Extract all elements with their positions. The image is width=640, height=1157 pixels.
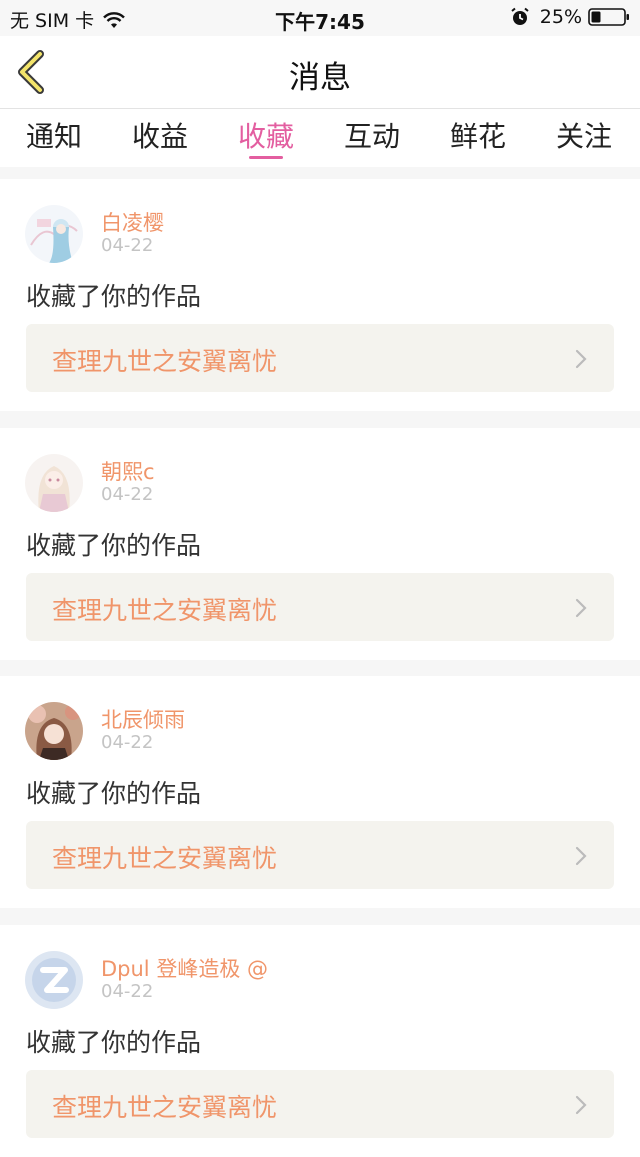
work-title: 查理九世之安翼离忧	[52, 1093, 278, 1122]
tab-flowers[interactable]: 鲜花	[438, 115, 518, 155]
list-item: 白凌樱 04-22 收藏了你的作品 查理九世之安翼离忧	[0, 179, 640, 411]
date-text: 04-22	[101, 484, 154, 505]
date-text: 04-22	[101, 732, 154, 753]
tab-notifications[interactable]: 通知	[14, 115, 94, 155]
active-tab-indicator	[249, 156, 283, 159]
avatar[interactable]	[25, 702, 83, 760]
tab-follows[interactable]: 关注	[544, 115, 624, 155]
date-text: 04-22	[101, 981, 154, 1002]
date-text: 04-22	[101, 235, 154, 256]
work-title: 查理九世之安翼离忧	[52, 347, 278, 376]
work-link[interactable]: 查理九世之安翼离忧	[26, 1070, 614, 1138]
work-link[interactable]: 查理九世之安翼离忧	[26, 324, 614, 392]
chevron-right-icon	[575, 349, 587, 369]
battery-icon	[588, 8, 629, 26]
action-text: 收藏了你的作品	[26, 779, 202, 808]
list-item: 朝熙c 04-22 收藏了你的作品 查理九世之安翼离忧	[0, 428, 640, 660]
list-item: 北辰倾雨 04-22 收藏了你的作品 查理九世之安翼离忧	[0, 676, 640, 908]
user-name[interactable]: Dpul 登峰造极 @	[101, 953, 268, 983]
action-text: 收藏了你的作品	[26, 1028, 202, 1057]
list-item: Dpul 登峰造极 @ 04-22 收藏了你的作品 查理九世之安翼离忧	[0, 925, 640, 1157]
tab-interactions[interactable]: 互动	[332, 115, 412, 155]
nav-bar: 消息	[0, 36, 640, 109]
user-name[interactable]: 朝熙c	[101, 456, 155, 486]
user-name[interactable]: 白凌樱	[101, 207, 164, 237]
user-name[interactable]: 北辰倾雨	[101, 704, 185, 734]
action-text: 收藏了你的作品	[26, 282, 202, 311]
tab-favorites[interactable]: 收藏	[226, 115, 306, 155]
work-title: 查理九世之安翼离忧	[52, 844, 278, 873]
work-title: 查理九世之安翼离忧	[52, 596, 278, 625]
work-link[interactable]: 查理九世之安翼离忧	[26, 821, 614, 889]
status-bar: 无 SIM 卡 下午7:45 25%	[0, 0, 640, 36]
action-text: 收藏了你的作品	[26, 531, 202, 560]
chevron-right-icon	[575, 846, 587, 866]
chevron-right-icon	[575, 1095, 587, 1115]
avatar[interactable]	[25, 205, 83, 263]
work-link[interactable]: 查理九世之安翼离忧	[26, 573, 614, 641]
avatar[interactable]	[25, 951, 83, 1009]
tab-earnings[interactable]: 收益	[120, 115, 200, 155]
avatar[interactable]	[25, 454, 83, 512]
battery-percent: 25%	[539, 6, 582, 28]
page-title: 消息	[289, 60, 351, 96]
tab-bar: 通知 收益 收藏 互动 鲜花 关注	[0, 109, 640, 167]
alarm-icon	[511, 7, 529, 25]
chevron-right-icon	[575, 598, 587, 618]
